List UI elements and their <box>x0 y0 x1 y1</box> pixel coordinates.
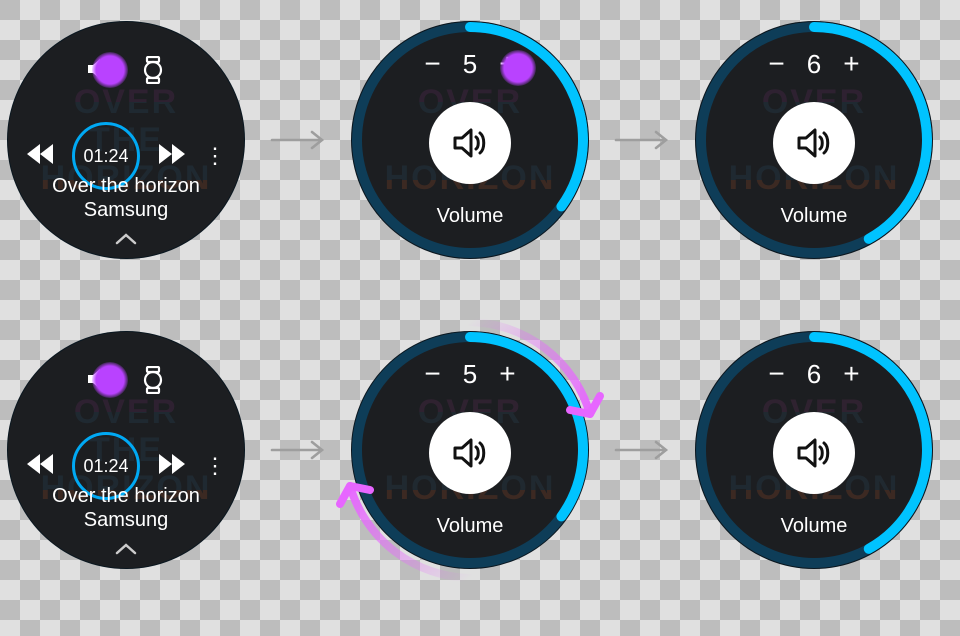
speaker-icon <box>429 102 511 184</box>
volume-plus-button[interactable]: + <box>499 358 515 390</box>
volume-minus-button[interactable]: − <box>424 48 440 80</box>
track-title: Over the horizon <box>8 484 244 508</box>
swipe-up-hint <box>8 542 244 560</box>
watch-icon[interactable] <box>140 56 166 84</box>
volume-watch-before: − 5 + Volume <box>352 22 588 258</box>
volume-minus-button[interactable]: − <box>424 358 440 390</box>
more-menu-button[interactable]: ⋮ <box>204 455 226 477</box>
swipe-up-hint <box>8 232 244 250</box>
transition-arrow <box>614 438 670 462</box>
transition-arrow <box>270 128 326 152</box>
volume-value: 5 <box>463 359 477 390</box>
watch-icon[interactable] <box>140 366 166 394</box>
track-artist: Samsung <box>8 508 244 532</box>
volume-value: 5 <box>463 49 477 80</box>
sequence-rotate: 01:24 ⋮ Over the horizon Samsung <box>8 332 952 568</box>
speaker-icon <box>429 412 511 494</box>
track-artist: Samsung <box>8 198 244 222</box>
volume-minus-button[interactable]: − <box>768 48 784 80</box>
skip-forward-button[interactable] <box>158 453 186 480</box>
volume-label: Volume <box>352 515 588 538</box>
sequence-tap: 01:24 ⋮ Over the horizon Samsung <box>8 22 952 258</box>
volume-watch-after: − 6 + Volume <box>696 22 932 258</box>
more-menu-button[interactable]: ⋮ <box>204 145 226 167</box>
skip-forward-button[interactable] <box>158 143 186 170</box>
speaker-icon <box>773 412 855 494</box>
player-watch: 01:24 ⋮ Over the horizon Samsung <box>8 22 244 258</box>
speaker-icon <box>773 102 855 184</box>
elapsed-time: 01:24 <box>83 146 128 167</box>
transition-arrow <box>614 128 670 152</box>
skip-back-button[interactable] <box>26 143 54 170</box>
transition-arrow <box>270 438 326 462</box>
volume-minus-button[interactable]: − <box>768 358 784 390</box>
volume-icon[interactable] <box>86 56 116 84</box>
volume-plus-button[interactable]: + <box>499 48 515 80</box>
elapsed-time: 01:24 <box>83 456 128 477</box>
volume-plus-button[interactable]: + <box>843 48 859 80</box>
skip-back-button[interactable] <box>26 453 54 480</box>
volume-watch-before: − 5 + Volume <box>352 332 588 568</box>
volume-value: 6 <box>807 49 821 80</box>
volume-icon[interactable] <box>86 366 116 394</box>
track-title: Over the horizon <box>8 174 244 198</box>
volume-plus-button[interactable]: + <box>843 358 859 390</box>
volume-value: 6 <box>807 359 821 390</box>
volume-label: Volume <box>696 205 932 228</box>
volume-label: Volume <box>352 205 588 228</box>
volume-watch-after: − 6 + Volume <box>696 332 932 568</box>
player-watch: 01:24 ⋮ Over the horizon Samsung <box>8 332 244 568</box>
volume-label: Volume <box>696 515 932 538</box>
